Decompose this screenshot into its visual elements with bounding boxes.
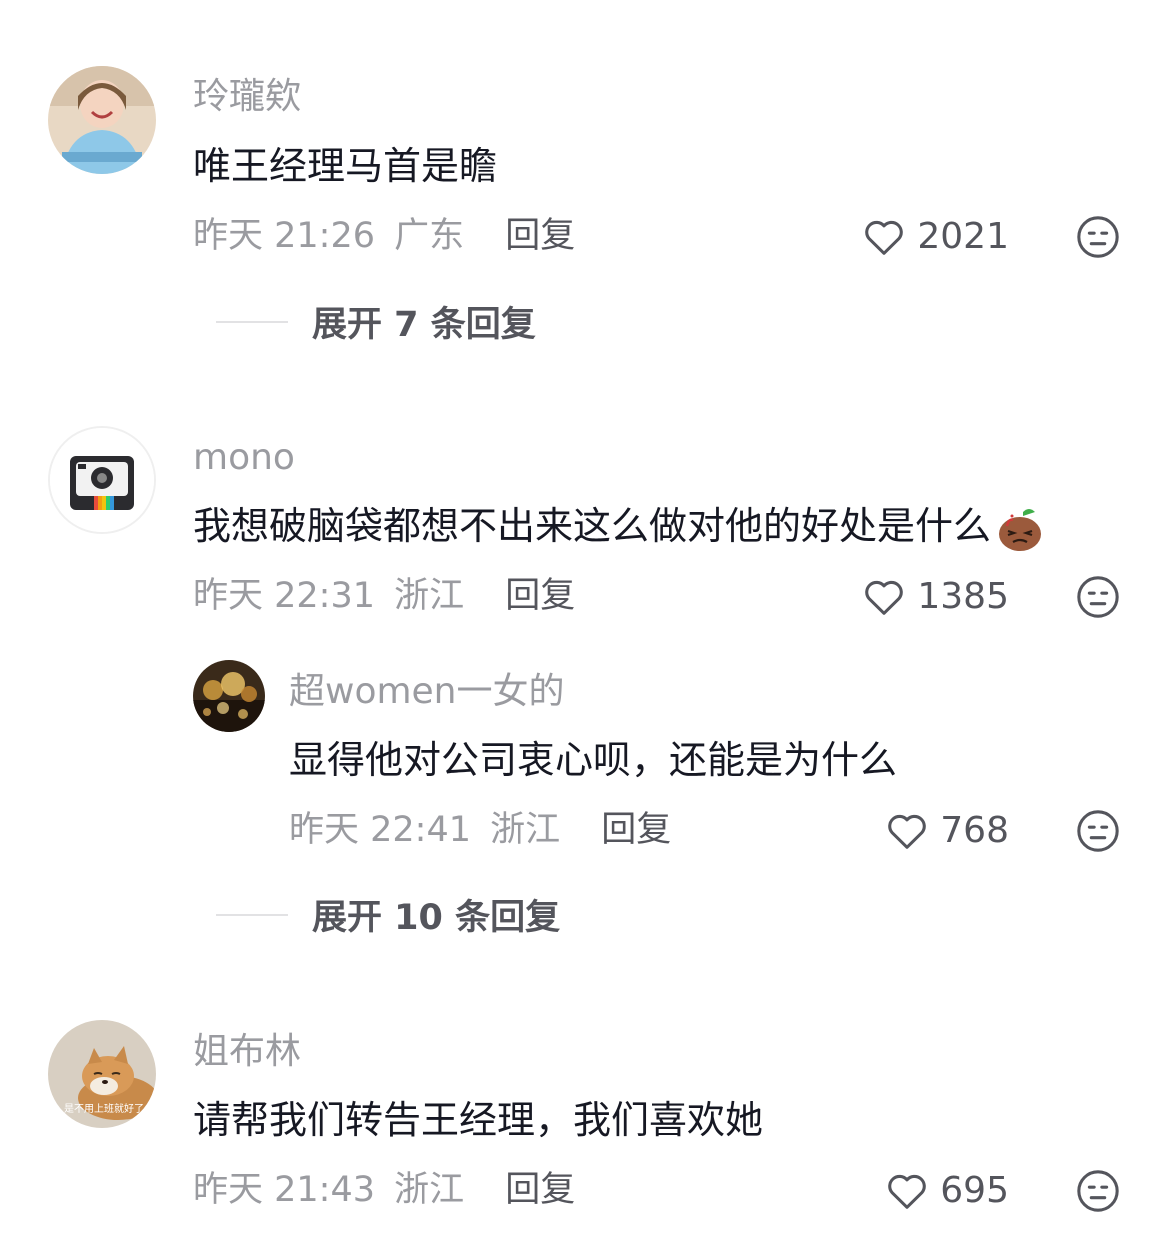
confused-potato-emoji-icon <box>999 508 1042 551</box>
reply-button[interactable]: 回复 <box>505 216 575 256</box>
comment-meta: 昨天 21:43 浙江 回复 <box>193 1168 575 1212</box>
reply-button[interactable]: 回复 <box>601 810 671 850</box>
reply-text: 显得他对公司衷心呗，还能是为什么 <box>289 738 898 782</box>
reply-button[interactable]: 回复 <box>505 576 575 616</box>
divider-line <box>216 320 288 323</box>
avatar[interactable]: 是不用上班就好了 <box>48 1020 156 1128</box>
comment-text: 请帮我们转告王经理，我们喜欢她 <box>193 1098 764 1142</box>
heart-icon <box>865 580 904 615</box>
comment-meta: 昨天 22:31 浙江 回复 <box>193 574 575 618</box>
girl-photo-avatar-icon <box>48 66 156 174</box>
avatar-caption: 是不用上班就好了 <box>64 1104 144 1115</box>
comment-text: 我想破脑袋都想不出来这么做对他的好处是什么 <box>193 503 1045 554</box>
reply-time: 昨天 22:41 <box>289 810 471 850</box>
reply-meta: 昨天 22:41 浙江 回复 <box>289 808 671 852</box>
avatar[interactable] <box>48 66 156 174</box>
comment-username[interactable]: 玲瓏欸 <box>193 75 301 119</box>
heart-icon <box>888 814 927 849</box>
dislike-face-icon[interactable] <box>1075 808 1121 854</box>
like-count: 768 <box>940 810 1009 851</box>
avatar[interactable] <box>48 426 156 534</box>
comment-meta: 昨天 21:26 广东 回复 <box>193 214 575 258</box>
expand-replies-button[interactable]: 展开 7 条回复 <box>216 296 536 347</box>
like-button[interactable]: 1385 <box>861 574 1009 620</box>
dislike-face-icon[interactable] <box>1075 574 1121 620</box>
comment-location: 浙江 <box>394 576 465 616</box>
comment-username[interactable]: mono <box>193 436 295 480</box>
comment-location: 浙江 <box>394 1170 465 1210</box>
golden-lights-avatar-icon <box>193 660 265 732</box>
expand-replies-label: 展开 7 条回复 <box>312 305 536 345</box>
reply-avatar[interactable] <box>193 660 265 732</box>
comment-text: 唯王经理马首是瞻 <box>193 144 498 188</box>
like-button[interactable]: 695 <box>884 1168 1009 1214</box>
like-count: 1385 <box>917 576 1009 617</box>
heart-icon <box>888 1174 927 1209</box>
like-button[interactable]: 768 <box>884 808 1009 854</box>
comment-username[interactable]: 姐布林 <box>193 1030 301 1074</box>
reply-username[interactable]: 超women一女的 <box>289 670 565 714</box>
comment-time: 昨天 21:43 <box>193 1170 375 1210</box>
expand-replies-label: 展开 10 条回复 <box>312 898 561 938</box>
comment-location: 广东 <box>394 216 465 256</box>
dislike-face-icon[interactable] <box>1075 214 1121 260</box>
comment-time: 昨天 22:31 <box>193 576 375 616</box>
comment-time: 昨天 21:26 <box>193 216 375 256</box>
reply-button[interactable]: 回复 <box>505 1170 575 1210</box>
camera-avatar-icon <box>50 428 154 532</box>
like-button[interactable]: 2021 <box>861 214 1009 260</box>
heart-icon <box>865 220 904 255</box>
like-count: 2021 <box>917 216 1009 257</box>
divider-line <box>216 913 288 916</box>
comment-text-body: 我想破脑袋都想不出来这么做对他的好处是什么 <box>193 504 992 548</box>
dislike-face-icon[interactable] <box>1075 1168 1121 1214</box>
expand-replies-button[interactable]: 展开 10 条回复 <box>216 889 560 940</box>
like-count: 695 <box>940 1170 1009 1211</box>
reply-location: 浙江 <box>490 810 561 850</box>
